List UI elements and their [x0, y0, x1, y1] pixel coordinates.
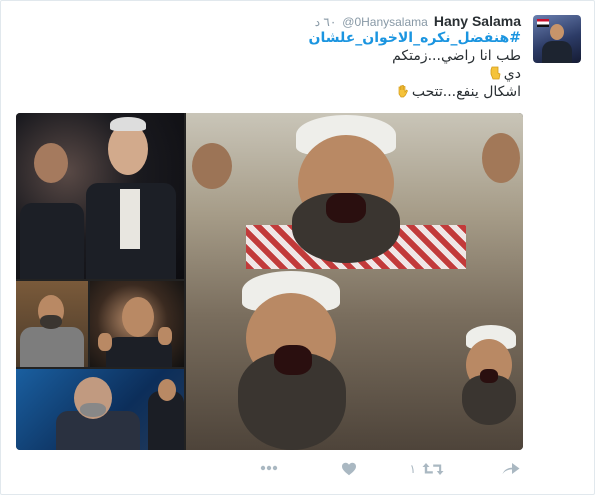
tweet-timestamp[interactable]: ٦٠ د: [315, 15, 337, 29]
retweet-icon: [422, 463, 444, 475]
tweet-text: #هنفضل_نكره_الاخوان_علشان طب انا راضي...…: [81, 29, 521, 101]
media-collage[interactable]: [16, 113, 523, 450]
tweet-line-3: اشكال ينفع...تتحب: [411, 84, 521, 100]
retweet-button[interactable]: ١: [410, 461, 444, 477]
hashtag-link[interactable]: #هنفضل_نكره_الاخوان_علشان: [309, 30, 521, 46]
raised-hand-icon: [398, 85, 408, 98]
author-handle[interactable]: @0Hanysalama: [342, 15, 428, 29]
photo-two-men-suits[interactable]: [16, 113, 184, 279]
reply-button[interactable]: [502, 461, 520, 475]
tweet-line-1: طب انا راضي...زمتكم: [392, 48, 521, 64]
tweet-card[interactable]: Hany Salama @0Hanysalama ٦٠ د #هنفضل_نكر…: [0, 0, 595, 495]
more-button[interactable]: [259, 461, 279, 475]
heart-icon: [342, 462, 356, 476]
author-name[interactable]: Hany Salama: [434, 13, 521, 29]
photo-tv-interview[interactable]: [16, 369, 184, 450]
more-icon: [260, 465, 278, 471]
photo-bearded-man[interactable]: [16, 281, 88, 367]
reply-icon: [502, 463, 520, 474]
photo-shouting-men[interactable]: [186, 113, 523, 450]
retweet-count: ١: [409, 462, 416, 476]
flag-icon: [537, 19, 549, 27]
pointing-down-hand-icon: [490, 66, 501, 80]
like-button[interactable]: [341, 461, 357, 477]
tweet-actions: ١: [1, 459, 594, 483]
avatar[interactable]: [533, 15, 581, 63]
tweet-line-2: دي: [503, 66, 521, 82]
photo-man-gesturing[interactable]: [90, 281, 184, 367]
